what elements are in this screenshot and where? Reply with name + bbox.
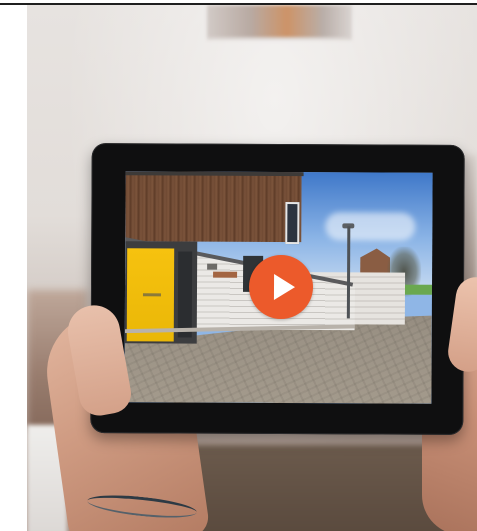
video-frame[interactable] — [124, 171, 433, 404]
cloud — [325, 212, 416, 241]
street-lamp-pole — [346, 226, 351, 319]
play-icon — [273, 273, 296, 301]
wood-cladding — [125, 171, 302, 243]
door-side-panel — [177, 251, 193, 338]
tablet — [90, 143, 465, 435]
house-plaque — [213, 271, 238, 278]
wall-lamp — [207, 263, 218, 270]
background-wall-picture — [207, 5, 352, 40]
left-margin — [0, 5, 27, 531]
hero-photo — [27, 5, 477, 531]
page — [0, 0, 477, 531]
play-button[interactable] — [248, 254, 314, 320]
upper-window — [285, 202, 300, 245]
door-handle — [142, 293, 161, 297]
